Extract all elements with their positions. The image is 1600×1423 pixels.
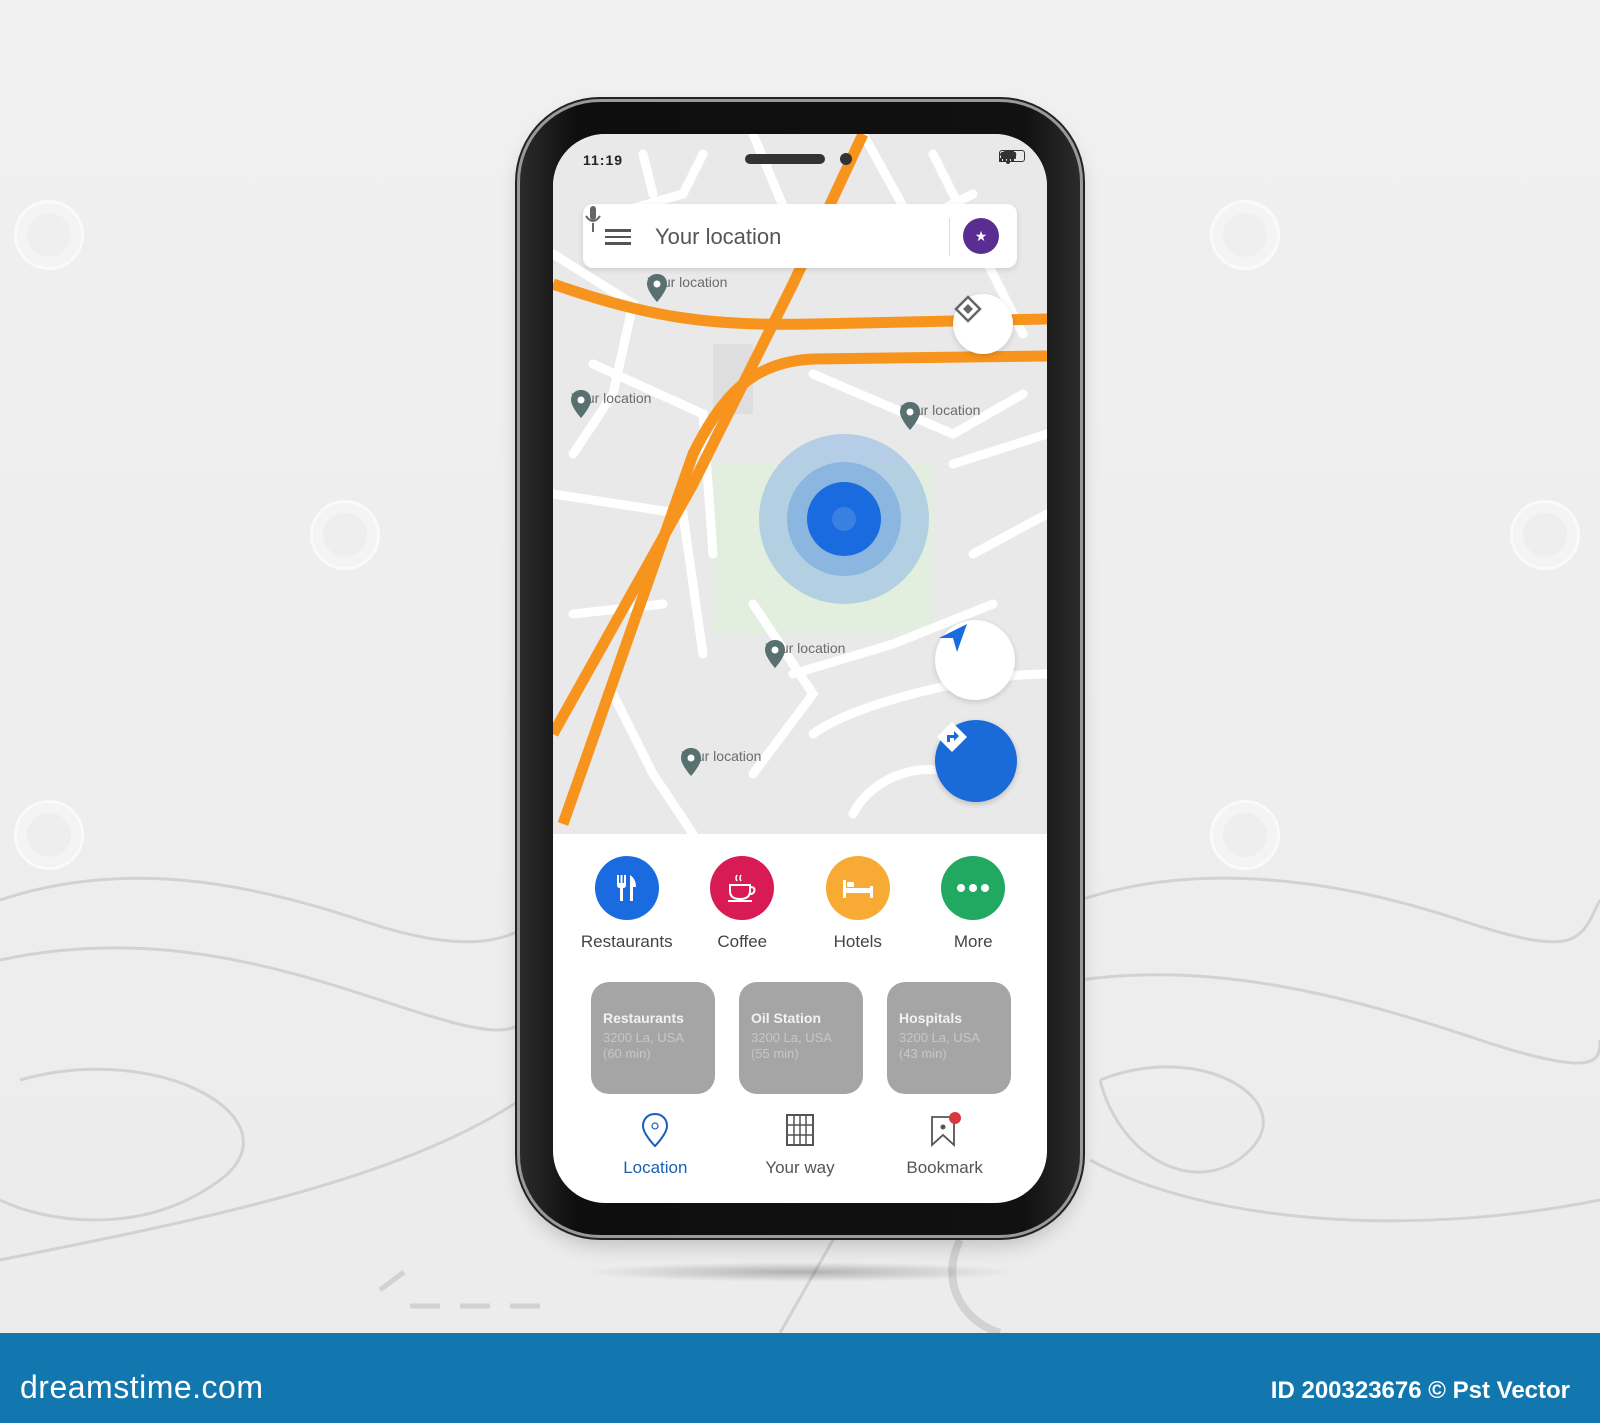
phone-shadow — [580, 1262, 1020, 1282]
category-row: Restaurants Coffee Hotels More — [553, 834, 1047, 964]
watermark-icon — [14, 200, 84, 270]
bottom-tab-bar: Location Your way Bookmark — [553, 1104, 1047, 1194]
search-bar[interactable]: Your location ★ — [583, 204, 1017, 268]
map-pin[interactable]: Your location — [900, 402, 980, 430]
navigate-button[interactable] — [935, 620, 1015, 700]
search-input[interactable]: Your location — [655, 224, 781, 250]
brand-logo[interactable]: dreamstime.com — [20, 1369, 264, 1406]
category-label: More — [953, 932, 993, 951]
profile-avatar[interactable]: ★ — [963, 218, 999, 254]
map-pin-icon — [765, 640, 785, 668]
current-location-marker — [759, 434, 929, 604]
watermark-icon — [1210, 200, 1280, 270]
category-label: Coffee — [717, 932, 768, 951]
card-title: Restaurants — [603, 1010, 684, 1026]
card-title: Hospitals — [899, 1010, 963, 1026]
map-pin[interactable]: Your location — [647, 274, 727, 302]
map-pin[interactable]: Your location — [571, 390, 651, 418]
category-icon-circle — [594, 856, 659, 920]
layers-icon — [954, 295, 982, 323]
tab-location[interactable]: Location — [600, 1104, 710, 1194]
watermark-icon — [310, 500, 380, 570]
stock-footer-bar: dreamstime.com ID 200323676 © Pst Vector — [0, 1333, 1600, 1423]
card-title: Oil Station — [751, 1010, 821, 1026]
tab-bookmark[interactable]: Bookmark — [890, 1104, 1000, 1194]
watermark-icon — [14, 800, 84, 870]
search-divider — [949, 218, 950, 256]
card-address: 3200 La, USA — [603, 1030, 684, 1045]
place-card[interactable]: Hospitals 3200 La, USA (43 min) — [887, 982, 1011, 1094]
card-eta: (55 min) — [751, 1046, 799, 1061]
directions-icon — [937, 722, 967, 752]
notification-dot — [948, 1112, 961, 1124]
category-hotels[interactable]: Hotels — [803, 856, 913, 964]
tab-label: Bookmark — [906, 1158, 983, 1177]
front-camera — [840, 153, 852, 165]
watermark-icon — [1210, 800, 1280, 870]
map-pin-icon — [571, 390, 591, 418]
map-view[interactable]: 11:19 Your location ★ Your location Your… — [553, 134, 1047, 834]
place-card[interactable]: Oil Station 3200 La, USA (55 min) — [739, 982, 863, 1094]
status-bar: 11:19 — [553, 134, 1047, 184]
tab-label: Your way — [765, 1158, 835, 1177]
card-address: 3200 La, USA — [899, 1030, 980, 1045]
layers-button[interactable] — [953, 294, 1013, 354]
hotel-icon — [842, 880, 873, 898]
watermark-icon — [1510, 500, 1580, 570]
more-icon — [957, 884, 990, 892]
category-icon-circle — [825, 856, 890, 920]
coffee-icon — [728, 874, 756, 902]
background: 11:19 Your location ★ Your location Your… — [0, 0, 1600, 1333]
map-pin[interactable]: Your location — [681, 748, 761, 776]
navigate-arrow-icon — [939, 624, 967, 652]
hamburger-menu-icon[interactable] — [605, 229, 631, 245]
bookmark-icon — [930, 1112, 961, 1148]
microphone-icon[interactable] — [583, 204, 603, 234]
category-more[interactable]: More — [918, 856, 1028, 964]
category-restaurants[interactable]: Restaurants — [572, 856, 682, 964]
map-pin-icon — [647, 274, 667, 302]
battery-icon — [999, 150, 1025, 162]
category-label: Restaurants — [580, 932, 673, 951]
place-card[interactable]: Restaurants 3200 La, USA (60 min) — [591, 982, 715, 1094]
system-icons — [999, 150, 1025, 164]
map-pin-icon — [900, 402, 920, 430]
speaker-grille — [745, 154, 825, 164]
map-pin-icon — [681, 748, 701, 776]
category-coffee[interactable]: Coffee — [687, 856, 797, 964]
map-pin[interactable]: Your location — [765, 640, 845, 668]
card-eta: (60 min) — [603, 1046, 651, 1061]
image-credit: ID 200323676 © Pst Vector — [1270, 1377, 1570, 1404]
place-cards: Restaurants 3200 La, USA (60 min) Oil St… — [591, 982, 1011, 1094]
category-icon-circle — [710, 856, 775, 920]
grid-map-icon — [785, 1114, 814, 1146]
status-time: 11:19 — [583, 152, 624, 168]
phone-frame: 11:19 Your location ★ Your location Your… — [520, 102, 1080, 1235]
card-address: 3200 La, USA — [751, 1030, 832, 1045]
category-label: Hotels — [833, 932, 882, 951]
tab-your-way[interactable]: Your way — [745, 1104, 855, 1194]
power-button — [1080, 360, 1085, 470]
tab-label: Location — [623, 1158, 688, 1177]
restaurant-icon — [616, 875, 636, 901]
phone-screen: 11:19 Your location ★ Your location Your… — [553, 134, 1047, 1203]
directions-button[interactable] — [935, 720, 1017, 802]
category-icon-circle — [941, 856, 1006, 920]
location-pin-icon — [642, 1112, 669, 1148]
card-eta: (43 min) — [899, 1046, 947, 1061]
